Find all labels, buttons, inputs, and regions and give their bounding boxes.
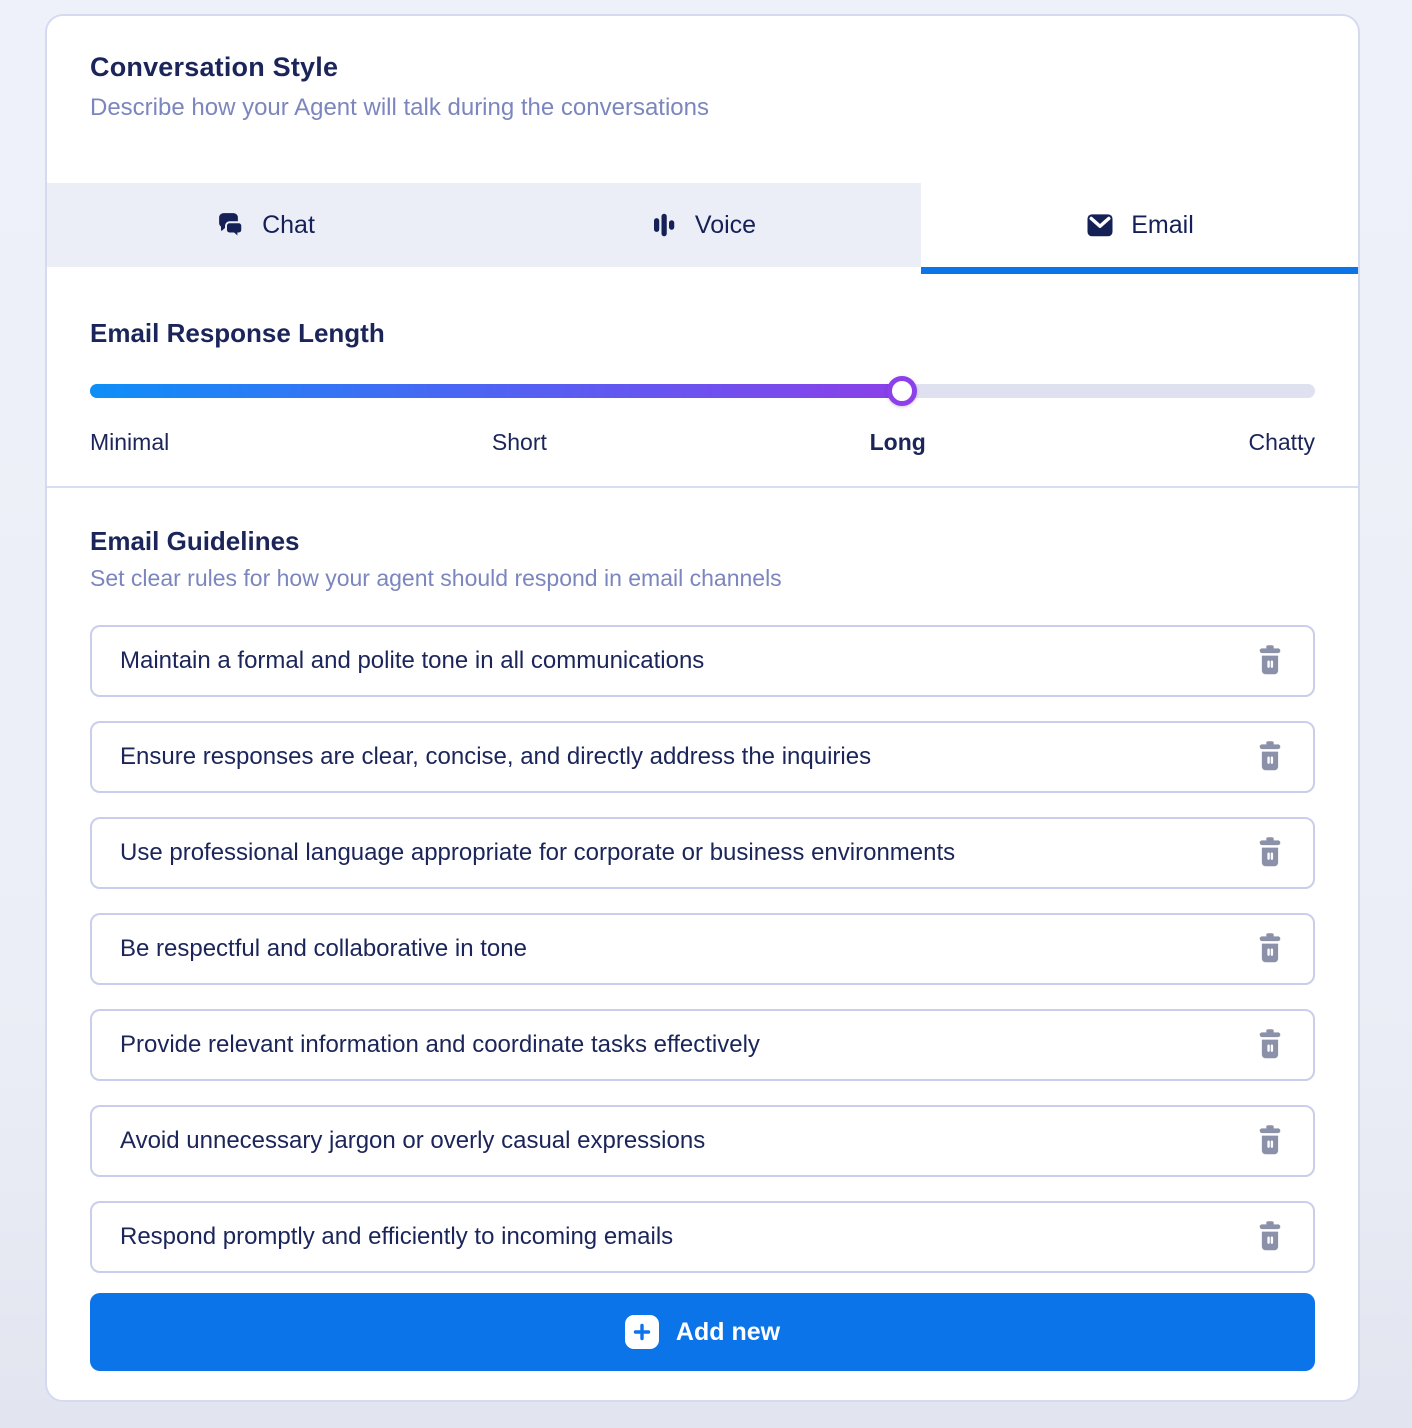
tab-email-label: Email <box>1131 211 1194 240</box>
guideline-list: Maintain a formal and polite tone in all… <box>90 625 1315 1273</box>
guideline-row[interactable]: Use professional language appropriate fo… <box>90 817 1315 889</box>
email-icon <box>1085 210 1115 240</box>
delete-guideline-button[interactable] <box>1251 1026 1289 1064</box>
guideline-text: Maintain a formal and polite tone in all… <box>120 647 1251 675</box>
guideline-text: Avoid unnecessary jargon or overly casua… <box>120 1127 1251 1155</box>
guideline-row[interactable]: Maintain a formal and polite tone in all… <box>90 625 1315 697</box>
tab-email[interactable]: Email <box>921 183 1358 267</box>
slider-thumb[interactable] <box>887 376 917 406</box>
trash-icon <box>1255 836 1285 871</box>
page-title: Conversation Style <box>90 52 1315 83</box>
voice-icon <box>649 210 679 240</box>
delete-guideline-button[interactable] <box>1251 642 1289 680</box>
card-header: Conversation Style Describe how your Age… <box>47 16 1358 123</box>
guideline-text: Be respectful and collaborative in tone <box>120 935 1251 963</box>
plus-icon <box>625 1315 659 1349</box>
slider-label: Long <box>870 428 926 456</box>
email-response-length-section: Email Response Length Minimal Short Long… <box>47 274 1358 486</box>
delete-guideline-button[interactable] <box>1251 930 1289 968</box>
slider-label: Short <box>492 428 547 456</box>
page-subtitle: Describe how your Agent will talk during… <box>90 93 1315 123</box>
guideline-row[interactable]: Provide relevant information and coordin… <box>90 1009 1315 1081</box>
delete-guideline-button[interactable] <box>1251 738 1289 776</box>
chat-icon <box>216 210 246 240</box>
add-new-button[interactable]: Add new <box>90 1293 1315 1371</box>
guideline-text: Provide relevant information and coordin… <box>120 1031 1251 1059</box>
trash-icon <box>1255 644 1285 679</box>
add-new-label: Add new <box>676 1318 780 1347</box>
delete-guideline-button[interactable] <box>1251 834 1289 872</box>
tab-voice-label: Voice <box>695 211 756 240</box>
response-length-slider <box>90 376 1315 406</box>
slider-track[interactable] <box>90 384 1315 398</box>
email-guidelines-subtitle: Set clear rules for how your agent shoul… <box>90 564 1315 592</box>
trash-icon <box>1255 932 1285 967</box>
trash-icon <box>1255 740 1285 775</box>
trash-icon <box>1255 1124 1285 1159</box>
trash-icon <box>1255 1028 1285 1063</box>
guideline-text: Ensure responses are clear, concise, and… <box>120 743 1251 771</box>
email-response-length-title: Email Response Length <box>90 318 1315 348</box>
tab-voice[interactable]: Voice <box>484 183 921 267</box>
tab-chat-label: Chat <box>262 211 315 240</box>
guideline-text: Respond promptly and efficiently to inco… <box>120 1223 1251 1251</box>
guideline-text: Use professional language appropriate fo… <box>120 839 1251 867</box>
channel-tabs: Chat Voice Email <box>47 183 1358 274</box>
email-guidelines-section: Email Guidelines Set clear rules for how… <box>47 488 1358 1402</box>
guideline-row[interactable]: Ensure responses are clear, concise, and… <box>90 721 1315 793</box>
guideline-row[interactable]: Be respectful and collaborative in tone <box>90 913 1315 985</box>
trash-icon <box>1255 1220 1285 1255</box>
email-guidelines-title: Email Guidelines <box>90 526 1315 556</box>
conversation-style-card: Conversation Style Describe how your Age… <box>45 14 1360 1402</box>
delete-guideline-button[interactable] <box>1251 1122 1289 1160</box>
slider-labels: Minimal Short Long Chatty <box>90 428 1315 486</box>
guideline-row[interactable]: Avoid unnecessary jargon or overly casua… <box>90 1105 1315 1177</box>
slider-label: Chatty <box>1248 428 1314 456</box>
guideline-row[interactable]: Respond promptly and efficiently to inco… <box>90 1201 1315 1273</box>
slider-label: Minimal <box>90 428 169 456</box>
tab-chat[interactable]: Chat <box>47 183 484 267</box>
delete-guideline-button[interactable] <box>1251 1218 1289 1256</box>
